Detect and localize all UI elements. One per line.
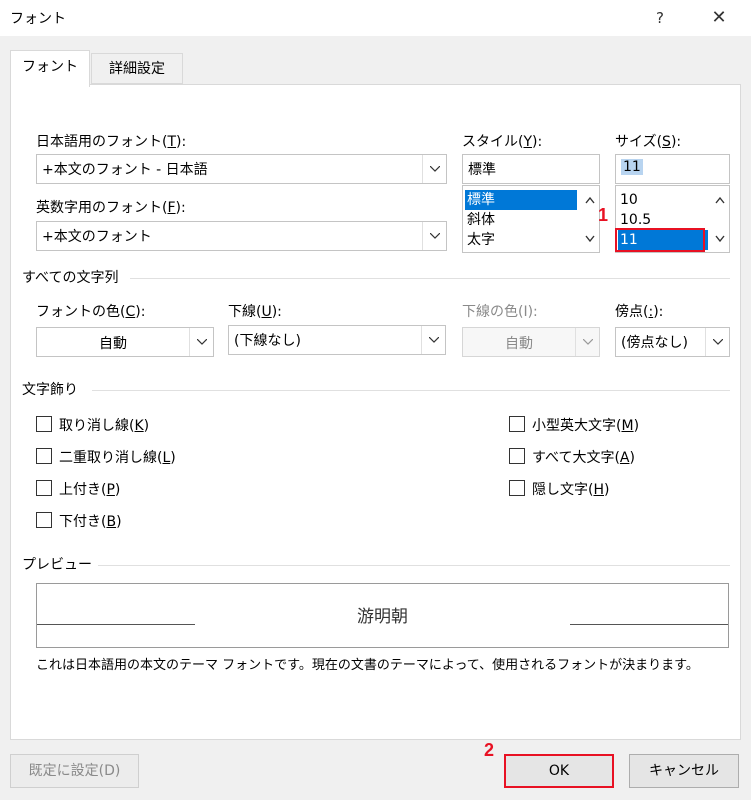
divider (98, 565, 730, 566)
strikethrough-checkbox[interactable] (36, 416, 52, 432)
style-input-value: 標準 (468, 162, 496, 178)
font-color-value: 自動 (99, 336, 127, 352)
superscript-label[interactable]: 上付き(P) (59, 479, 120, 499)
japanese-font-combo[interactable]: +本文のフォント - 日本語 (36, 154, 447, 184)
double-strikethrough-checkbox[interactable] (36, 448, 52, 464)
emphasis-combo[interactable]: (傍点なし) (615, 327, 730, 357)
list-item[interactable]: 10.5 (618, 210, 651, 230)
preview-text: 游明朝 (357, 607, 408, 627)
emphasis-value: (傍点なし) (621, 335, 688, 351)
highlight-box-size (615, 228, 705, 252)
section-all-text: すべての文字列 (22, 270, 119, 286)
japanese-font-label: 日本語用のフォント(T): (36, 134, 187, 150)
chevron-down-icon[interactable] (189, 328, 213, 356)
underline-value: (下線なし) (234, 333, 301, 349)
western-font-combo[interactable]: +本文のフォント (36, 221, 447, 251)
list-item[interactable]: 斜体 (465, 210, 495, 230)
small-caps-label[interactable]: 小型英大文字(M) (532, 415, 639, 435)
description-text: これは日本語用の本文のテーマ フォントです。現在の文書のテーマによって、使用され… (36, 658, 699, 673)
list-item[interactable]: 10 (618, 190, 638, 210)
divider (92, 390, 730, 391)
ok-button[interactable]: OK (504, 754, 614, 788)
underline-combo[interactable]: (下線なし) (228, 325, 446, 355)
small-caps-checkbox[interactable] (509, 416, 525, 432)
scrollbar[interactable] (711, 186, 729, 252)
western-font-label: 英数字用のフォント(F): (36, 200, 186, 216)
underline-color-label: 下線の色(I): (462, 304, 538, 320)
divider (130, 278, 730, 279)
hidden-checkbox[interactable] (509, 480, 525, 496)
superscript-checkbox[interactable] (36, 480, 52, 496)
style-listbox[interactable]: 標準 斜体 太字 (462, 185, 600, 253)
double-strikethrough-label[interactable]: 二重取り消し線(L) (59, 447, 176, 467)
size-input-value: 11 (621, 159, 643, 175)
section-effects: 文字飾り (22, 382, 78, 398)
underline-color-combo[interactable]: 自動 (462, 327, 600, 357)
chevron-down-icon[interactable] (575, 328, 599, 356)
western-font-value: +本文のフォント (42, 229, 152, 245)
emphasis-label: 傍点(:): (615, 304, 664, 320)
strikethrough-label[interactable]: 取り消し線(K) (59, 415, 149, 435)
font-color-combo[interactable]: 自動 (36, 327, 214, 357)
subscript-label[interactable]: 下付き(B) (59, 511, 122, 531)
font-color-label: フォントの色(C): (36, 304, 146, 320)
preview-box: 游明朝 (36, 583, 729, 648)
size-label: サイズ(S): (615, 134, 682, 150)
all-caps-label[interactable]: すべて大文字(A) (532, 447, 635, 467)
cancel-button[interactable]: キャンセル (629, 754, 739, 788)
chevron-down-icon[interactable] (422, 222, 446, 250)
step-2-badge: 2 (484, 740, 495, 760)
underline-color-value: 自動 (505, 336, 533, 352)
all-caps-checkbox[interactable] (509, 448, 525, 464)
set-default-button[interactable]: 既定に設定(D) (10, 754, 139, 788)
hidden-label[interactable]: 隠し文字(H) (532, 479, 609, 499)
step-1-badge: 1 (598, 205, 609, 225)
list-item[interactable]: 太字 (465, 230, 495, 250)
chevron-down-icon[interactable] (422, 155, 446, 183)
section-preview: プレビュー (22, 557, 92, 573)
japanese-font-value: +本文のフォント - 日本語 (42, 162, 208, 178)
style-input[interactable]: 標準 (462, 154, 600, 184)
subscript-checkbox[interactable] (36, 512, 52, 528)
chevron-down-icon[interactable] (705, 328, 729, 356)
size-input[interactable]: 11 (615, 154, 730, 184)
scrollbar[interactable] (581, 186, 599, 252)
underline-label: 下線(U): (228, 304, 282, 320)
chevron-down-icon[interactable] (421, 326, 445, 354)
style-label: スタイル(Y): (462, 134, 543, 150)
list-item[interactable]: 標準 (465, 190, 577, 210)
